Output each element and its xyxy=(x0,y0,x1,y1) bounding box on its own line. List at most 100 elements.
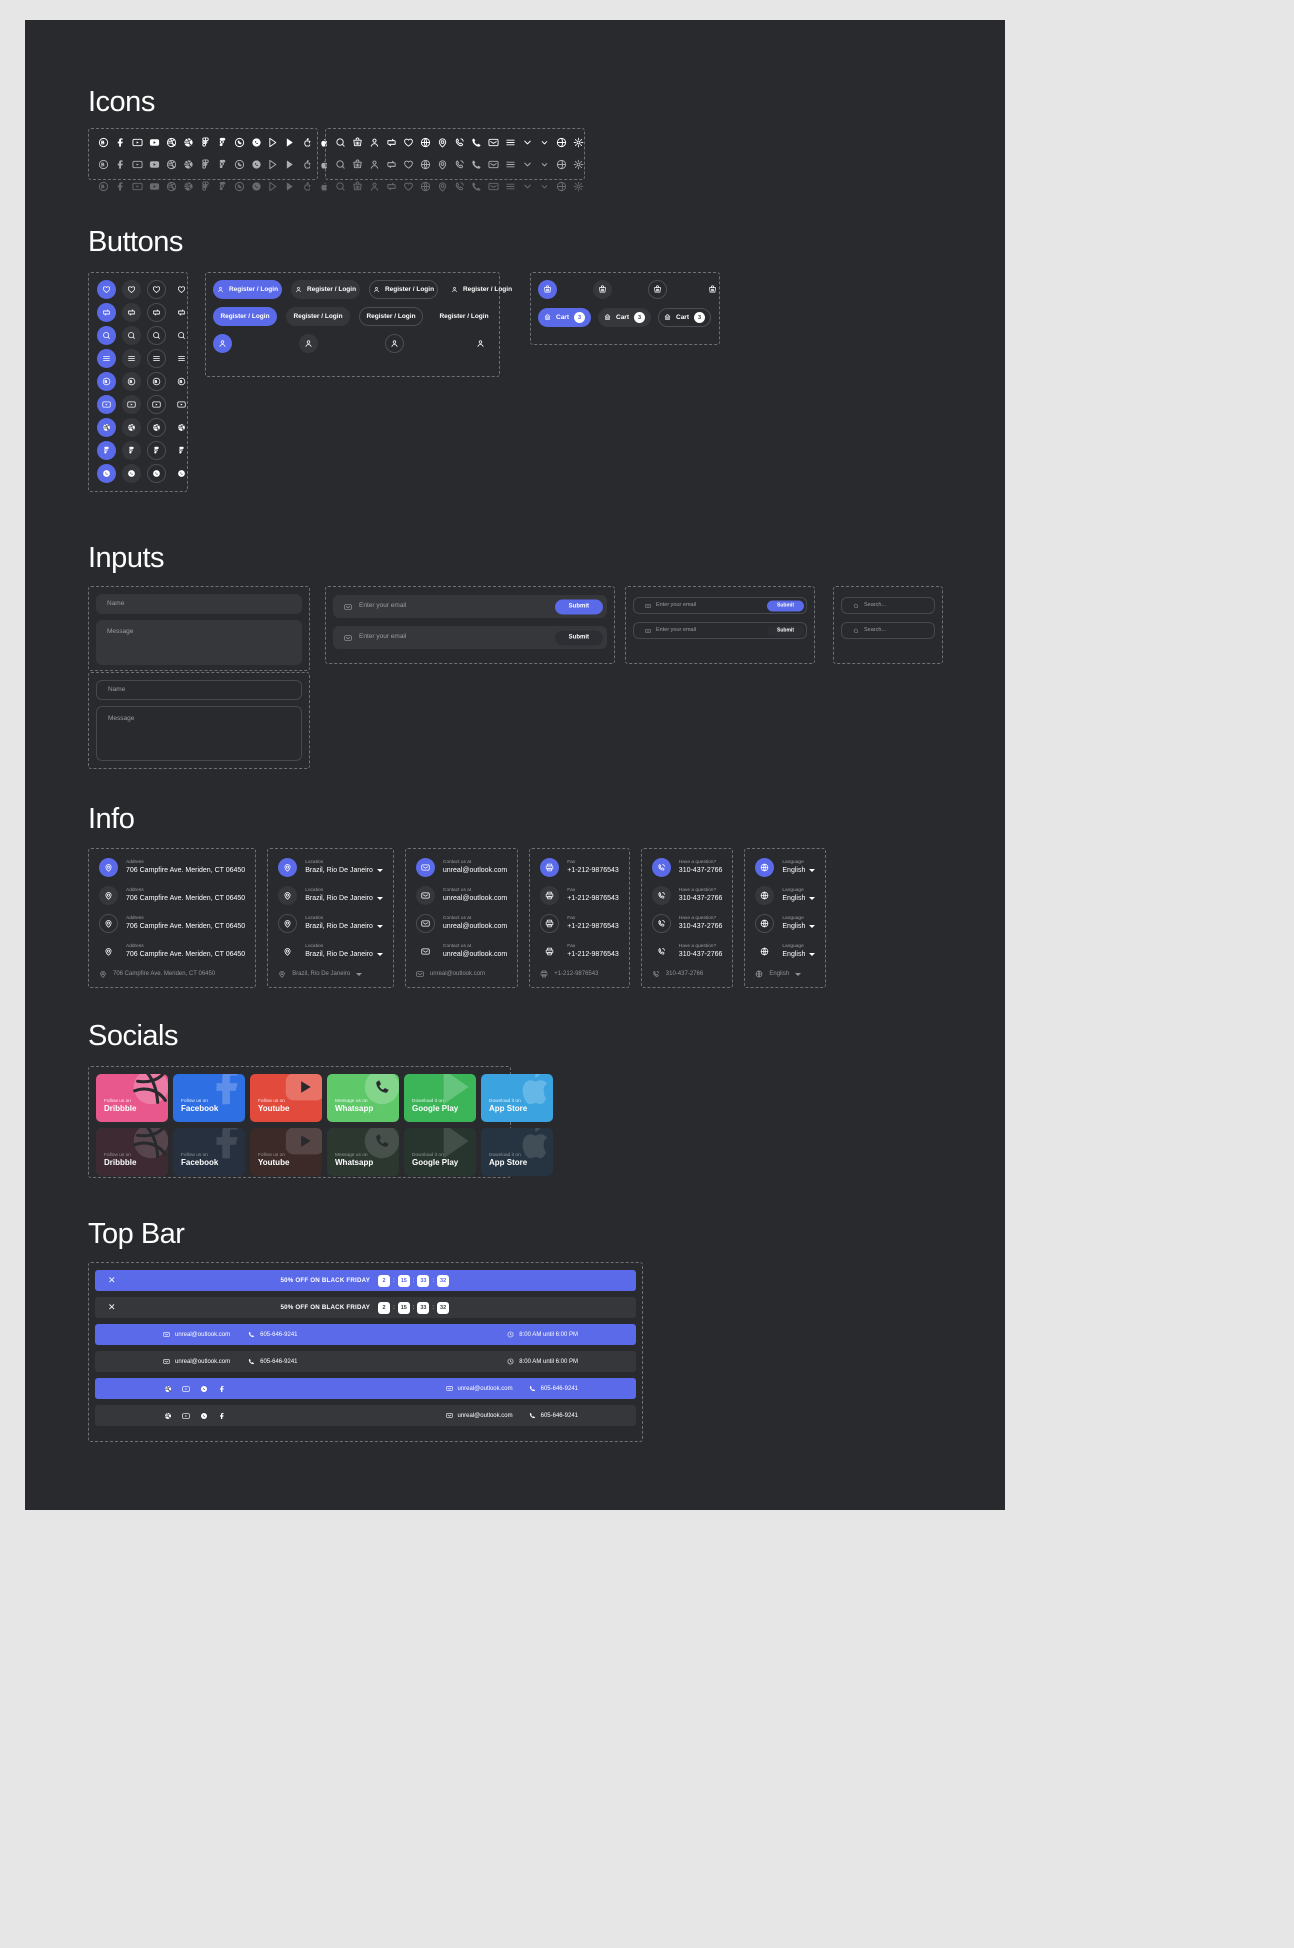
figma-outline-icon[interactable] xyxy=(197,178,213,194)
search-input[interactable]: Search... xyxy=(841,597,935,614)
behance-button[interactable] xyxy=(172,372,191,391)
language-globe-icon[interactable] xyxy=(553,134,569,150)
google-play-icon[interactable] xyxy=(282,178,298,194)
vimeo-button[interactable] xyxy=(97,395,116,414)
user-account-button[interactable] xyxy=(299,334,318,353)
chevron-down-icon[interactable] xyxy=(795,972,802,976)
dribbble-icon[interactable] xyxy=(163,1411,172,1420)
mail-icon[interactable] xyxy=(485,178,501,194)
close-icon[interactable]: ✕ xyxy=(108,1303,116,1312)
topbar-email[interactable]: unreal@outlook.com xyxy=(445,1412,513,1419)
info-row[interactable]: Language English xyxy=(755,858,816,877)
phone-icon[interactable] xyxy=(468,156,484,172)
youtube-icon[interactable] xyxy=(146,178,162,194)
social-card-youtube[interactable]: Follow us on Youtube xyxy=(250,1074,322,1122)
dribbble-icon[interactable] xyxy=(180,156,196,172)
figma-outline-icon[interactable] xyxy=(197,156,213,172)
user-account-button[interactable] xyxy=(471,334,490,353)
compare-button[interactable] xyxy=(147,303,166,322)
register-login-button[interactable]: Register / Login xyxy=(286,307,350,326)
cart-icon[interactable] xyxy=(349,178,365,194)
user-icon[interactable] xyxy=(366,134,382,150)
whatsapp-icon[interactable] xyxy=(248,134,264,150)
cart-button[interactable]: Cart 3 xyxy=(538,308,591,327)
phone-icon[interactable] xyxy=(468,178,484,194)
info-row[interactable]: Language English xyxy=(755,942,816,961)
topbar-phone[interactable]: 605-646-9241 xyxy=(248,1358,298,1365)
user-icon[interactable] xyxy=(366,178,382,194)
cart-icon-button[interactable] xyxy=(538,280,557,299)
whatsapp-outline-icon[interactable] xyxy=(231,134,247,150)
register-login-button[interactable]: Register / Login xyxy=(291,280,360,299)
name-input-outline[interactable]: Name xyxy=(96,680,302,700)
globe-icon[interactable] xyxy=(417,178,433,194)
dribbble-button[interactable] xyxy=(97,418,116,437)
dribbble-icon[interactable] xyxy=(163,1384,172,1393)
phone-ring-icon[interactable] xyxy=(451,156,467,172)
register-login-button[interactable]: Register / Login xyxy=(213,280,282,299)
figma-icon[interactable] xyxy=(214,178,230,194)
facebook-icon[interactable] xyxy=(217,1411,226,1420)
menu-icon[interactable] xyxy=(502,134,518,150)
dribbble-icon[interactable] xyxy=(180,134,196,150)
figma-icon[interactable] xyxy=(214,134,230,150)
whatsapp-outline-icon[interactable] xyxy=(231,178,247,194)
google-play-outline-icon[interactable] xyxy=(265,156,281,172)
chevron-down-icon[interactable] xyxy=(809,896,816,900)
menu-button[interactable] xyxy=(147,349,166,368)
figma-icon[interactable] xyxy=(214,156,230,172)
chevron-down-icon[interactable] xyxy=(519,134,535,150)
dribbble-button[interactable] xyxy=(122,418,141,437)
social-card-dribbble[interactable]: Follow us on Dribbble xyxy=(96,1128,168,1176)
facebook-icon[interactable] xyxy=(112,156,128,172)
topbar-phone[interactable]: 605-646-9241 xyxy=(529,1385,578,1392)
whatsapp-button[interactable] xyxy=(122,464,141,483)
chevron-down-icon[interactable] xyxy=(376,896,383,900)
info-row[interactable]: Location Brazil, Rio De Janeiro xyxy=(278,858,383,877)
cart-icon-button[interactable] xyxy=(593,280,612,299)
settings-icon[interactable] xyxy=(570,156,586,172)
mail-icon[interactable] xyxy=(485,156,501,172)
info-row[interactable]: Location Brazil, Rio De Janeiro xyxy=(278,914,383,933)
whatsapp-icon[interactable] xyxy=(199,1384,208,1393)
search-button[interactable] xyxy=(97,326,116,345)
location-icon[interactable] xyxy=(434,178,450,194)
register-login-button[interactable]: Register / Login xyxy=(447,280,516,299)
chevron-down-icon[interactable] xyxy=(376,868,383,872)
heart-button[interactable] xyxy=(172,280,191,299)
cart-icon-button[interactable] xyxy=(648,280,667,299)
behance-icon[interactable] xyxy=(95,156,111,172)
facebook-icon[interactable] xyxy=(112,178,128,194)
search-button[interactable] xyxy=(147,326,166,345)
vimeo-button[interactable] xyxy=(172,395,191,414)
search-icon[interactable] xyxy=(332,134,348,150)
social-card-whatsapp[interactable]: Message us on Whatsapp xyxy=(327,1128,399,1176)
figma-outline-icon[interactable] xyxy=(197,134,213,150)
social-card-app-store[interactable]: Download it on App Store xyxy=(481,1128,553,1176)
vimeo-icon[interactable] xyxy=(129,134,145,150)
dribbble-icon[interactable] xyxy=(180,178,196,194)
vimeo-icon[interactable] xyxy=(129,178,145,194)
submit-button-small[interactable]: Submit xyxy=(767,600,804,611)
search-button[interactable] xyxy=(172,326,191,345)
social-card-whatsapp[interactable]: Message us on Whatsapp xyxy=(327,1074,399,1122)
compare-icon[interactable] xyxy=(383,156,399,172)
social-card-app-store[interactable]: Download it on App Store xyxy=(481,1074,553,1122)
heart-icon[interactable] xyxy=(400,156,416,172)
submit-button-small-dark[interactable]: Submit xyxy=(767,625,804,636)
youtube-icon[interactable] xyxy=(146,156,162,172)
vimeo-icon[interactable] xyxy=(181,1384,190,1393)
whatsapp-icon[interactable] xyxy=(248,156,264,172)
chevron-down-icon[interactable] xyxy=(356,972,363,976)
info-row[interactable]: Language English xyxy=(755,914,816,933)
cart-icon-button[interactable] xyxy=(703,280,722,299)
search-icon[interactable] xyxy=(332,156,348,172)
apple-outline-icon[interactable] xyxy=(299,156,315,172)
social-card-google-play[interactable]: Download it on Google Play xyxy=(404,1128,476,1176)
google-play-icon[interactable] xyxy=(282,134,298,150)
globe-icon[interactable] xyxy=(417,156,433,172)
google-play-outline-icon[interactable] xyxy=(265,134,281,150)
phone-ring-icon[interactable] xyxy=(451,178,467,194)
youtube-icon[interactable] xyxy=(146,134,162,150)
cart-icon[interactable] xyxy=(349,134,365,150)
